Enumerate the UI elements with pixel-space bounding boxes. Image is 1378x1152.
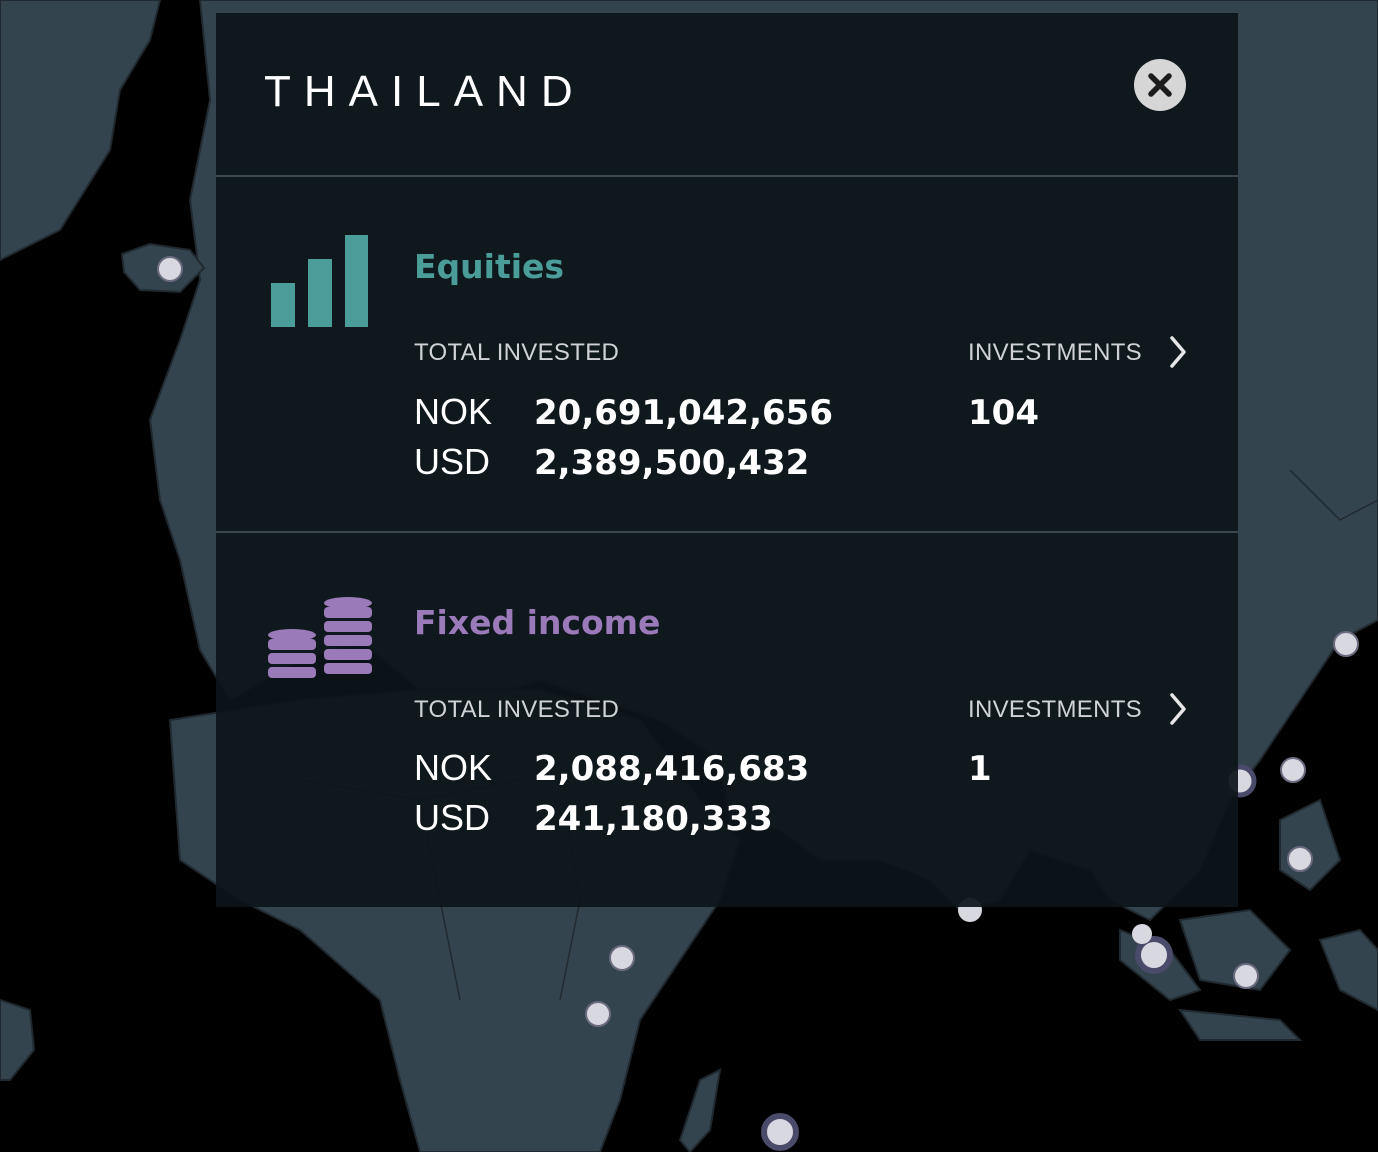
equities-section: Equities TOTAL INVESTED INVESTMENTS NOK … (216, 177, 1238, 533)
equities-title: Equities (414, 247, 565, 286)
map-marker (1333, 631, 1359, 657)
fixed-income-usd-value: 241,180,333 (534, 799, 773, 839)
map-marker (1287, 846, 1313, 872)
investments-label: INVESTMENTS (968, 339, 1142, 366)
close-icon (1148, 73, 1172, 97)
map-marker (585, 1001, 611, 1027)
fixed-income-title: Fixed income (414, 603, 661, 642)
investments-label: INVESTMENTS (968, 696, 1142, 723)
map-marker (1132, 924, 1152, 944)
map-marker (761, 1113, 799, 1151)
equities-usd-value: 2,389,500,432 (534, 443, 810, 483)
equities-nok-value: 20,691,042,656 (534, 393, 833, 433)
panel-header: THAILAND (216, 13, 1238, 177)
fixed-income-investments-count[interactable]: 1 (968, 749, 992, 789)
map-marker (157, 256, 183, 282)
total-invested-label: TOTAL INVESTED (414, 696, 620, 723)
chevron-right-icon[interactable] (1166, 334, 1190, 370)
country-title: THAILAND (264, 67, 586, 116)
currency-usd: USD (414, 441, 491, 482)
coin-stacks-icon (268, 597, 372, 678)
currency-usd: USD (414, 797, 491, 838)
map-marker (1233, 963, 1259, 989)
fixed-income-nok-value: 2,088,416,683 (534, 749, 810, 789)
close-button[interactable] (1134, 59, 1186, 111)
map-marker (1280, 757, 1306, 783)
currency-nok: NOK (414, 391, 493, 432)
fixed-income-section: Fixed income TOTAL INVESTED INVESTMENTS … (216, 533, 1238, 907)
bar-chart-icon (271, 235, 368, 327)
currency-nok: NOK (414, 747, 493, 788)
total-invested-label: TOTAL INVESTED (414, 339, 620, 366)
country-panel: THAILAND Equities TOTAL INVESTED INVESTM… (216, 13, 1238, 907)
map-marker (609, 945, 635, 971)
equities-investments-count[interactable]: 104 (968, 393, 1039, 433)
chevron-right-icon[interactable] (1166, 691, 1190, 727)
